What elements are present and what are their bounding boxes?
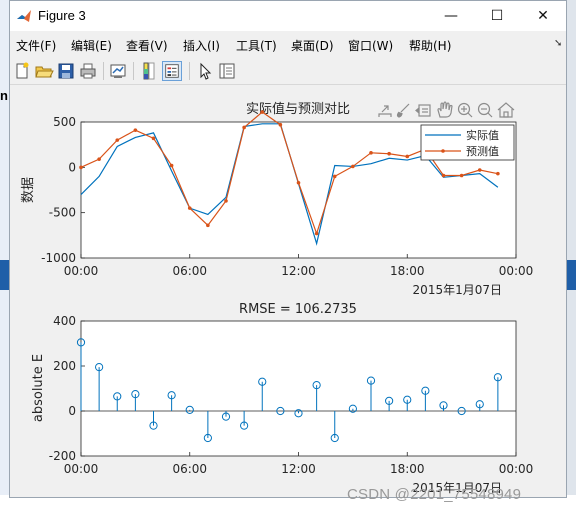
top-axes: 实际值与预测对比 数据 -1000 -500 0 500 00:00 06:00 12:0… [21,101,533,297]
x-tick-label: 12:00 [281,462,316,476]
top-chart-title: 实际值与预测对比 [246,101,350,117]
predicted-point [242,125,246,130]
y-tick-label: 400 [53,314,76,328]
figure-canvas: 实际值与预测对比 数据 -1000 -500 0 500 00:00 06:00 12:0… [10,85,566,497]
link-plot-icon[interactable] [108,61,128,81]
predicted-point [314,231,319,236]
bottom-axes: RMSE = 106.2735 absolute E -200 0 200 400 0… [31,302,533,495]
menu-edit[interactable]: 编辑(E) [71,37,112,54]
predicted-point [151,136,156,141]
menu-tools[interactable]: 工具(T) [236,37,277,54]
predicted-point [387,151,391,156]
watermark: CSDN @2201_75548949 [347,486,522,503]
bottom-y-ticks: -200 0 200 400 [49,314,85,463]
predicted-point [278,122,283,127]
matlab-logo-icon [17,10,31,22]
export-icon[interactable] [378,105,392,117]
predicted-point [441,173,446,178]
legend[interactable]: 实际值 预测值 [420,124,515,161]
pointer-icon[interactable] [195,61,215,81]
x-tick-label: 06:00 [172,462,207,476]
menu-insert[interactable]: 插入(I) [183,37,220,54]
zoom-out-icon[interactable] [477,102,493,118]
menu-desktop[interactable]: 桌面(D) [291,37,334,54]
pan-icon[interactable] [437,101,453,118]
x-tick-label: 18:00 [390,462,425,476]
minimize-button[interactable]: — [428,1,474,31]
legend-icon[interactable] [162,61,182,81]
menu-help[interactable]: 帮助(H) [409,37,451,54]
save-icon[interactable] [56,61,76,81]
predicted-point [260,110,265,114]
x-tick-label: 00:00 [64,264,99,278]
predicted-point [79,165,83,170]
figure-toolbar [10,58,566,85]
y-tick-label: 200 [53,359,76,373]
desktop-right-edge [566,0,576,514]
zoom-in-icon[interactable] [457,102,473,118]
predicted-point [459,173,464,178]
menu-view[interactable]: 查看(V) [126,37,168,54]
window-title: Figure 3 [38,8,86,23]
legend-label-actual: 实际值 [466,128,499,142]
bottom-ylabel: absolute E [31,354,46,422]
y-tick-label: -500 [49,206,76,220]
legend-marker-predicted [441,149,445,153]
figure-window: Figure 3 — ☐ ✕ 文件(F) 编辑(E) 查看(V) 插入(I) 工… [9,0,567,498]
print-icon[interactable] [78,61,98,81]
y-tick-label: 500 [53,115,76,129]
predicted-point [206,223,210,228]
axes-toolbar [378,101,515,118]
y-tick-label: 0 [68,404,76,418]
toolbar-separator [189,62,190,80]
predicted-point [133,128,138,132]
x-tick-label: 06:00 [172,264,207,278]
brush-icon[interactable] [396,103,410,118]
menu-window[interactable]: 窗口(W) [348,37,393,54]
predicted-point [351,164,355,169]
top-y-ticks: -1000 -500 0 500 [41,115,85,265]
x-tick-label: 00:00 [64,462,99,476]
x-tick-label: 00:00 [499,462,534,476]
new-figure-icon[interactable] [12,61,32,81]
top-ylabel: 数据 [21,177,36,203]
predicted-point [97,157,101,161]
desktop-right-highlight [566,260,576,290]
legend-label-predicted: 预测值 [466,145,499,158]
predicted-point [296,180,301,185]
predicted-point [405,154,410,159]
open-file-icon[interactable] [34,61,54,81]
y-tick-label: 0 [68,160,76,174]
bottom-axes-box [80,320,517,457]
toolbar-separator [133,62,134,80]
predicted-point [369,151,373,155]
predicted-point [477,168,482,172]
colorbar-icon[interactable] [139,61,159,81]
x-tick-label: 18:00 [390,264,425,278]
predicted-point [224,199,228,203]
predicted-point [496,171,500,176]
top-date-label: 2015年1月07日 [413,283,502,297]
predicted-point [169,163,174,168]
bottom-chart-title: RMSE = 106.2735 [239,302,357,317]
property-inspector-icon[interactable] [217,61,237,81]
data-tips-icon[interactable] [415,104,431,117]
maximize-button[interactable]: ☐ [474,1,520,31]
y-tick-label: -200 [49,449,76,463]
menu-bar: 文件(F) 编辑(E) 查看(V) 插入(I) 工具(T) 桌面(D) 窗口(W… [10,32,566,56]
x-tick-label: 00:00 [499,264,534,278]
predicted-point [115,138,120,142]
predicted-point [332,174,337,179]
figure-plots: 实际值与预测对比 数据 -1000 -500 0 500 00:00 06:00 12:0… [21,101,533,495]
close-button[interactable]: ✕ [520,1,566,31]
title-bar[interactable]: Figure 3 — ☐ ✕ [10,1,566,31]
y-tick-label: -1000 [41,251,76,265]
predicted-point [187,206,192,210]
home-icon[interactable] [497,102,515,118]
menu-overflow-icon[interactable]: ➘ [554,38,562,49]
menu-file[interactable]: 文件(F) [16,37,56,54]
background-text-fragment: n [0,88,8,103]
x-tick-label: 12:00 [281,264,316,278]
toolbar-separator [103,62,104,80]
